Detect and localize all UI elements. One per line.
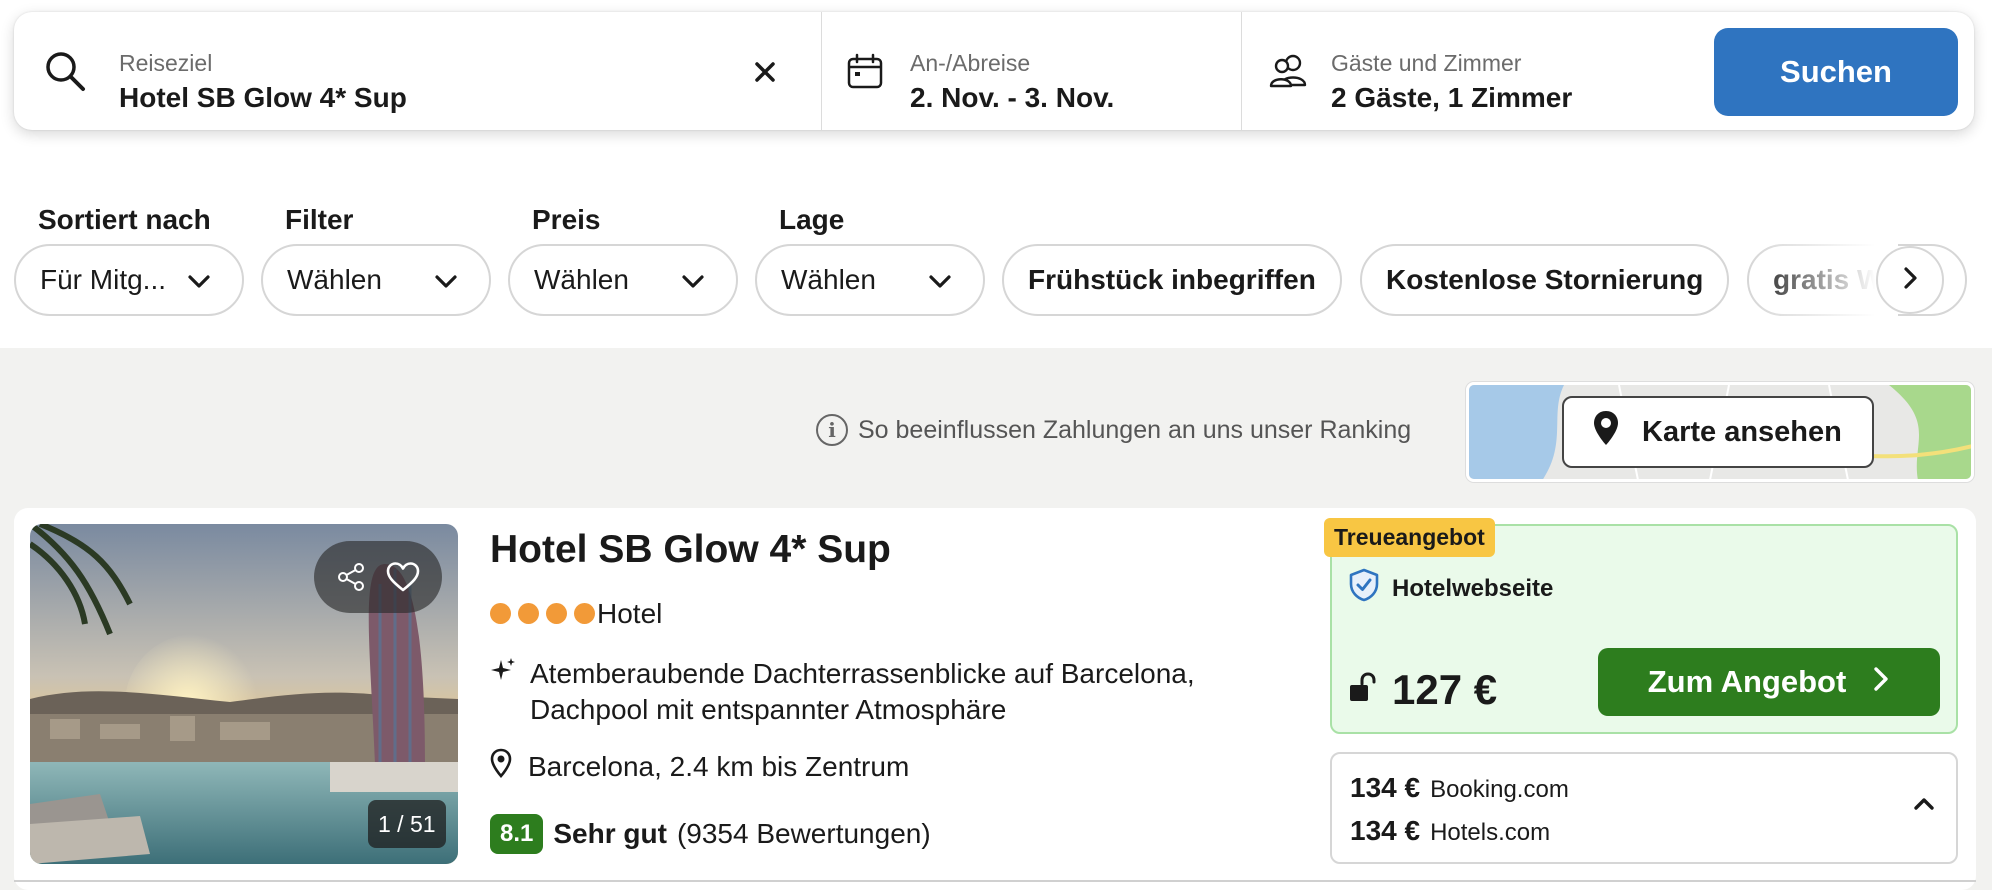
heart-icon[interactable]: [385, 561, 421, 593]
alt-price-source: Hotels.com: [1430, 819, 1551, 846]
filter-dropdown[interactable]: Wählen: [261, 244, 491, 316]
search-bar: Reiseziel Hotel SB Glow 4* Sup An-/Abrei…: [14, 12, 1974, 130]
alt-price-row[interactable]: 134 € Hotels.com: [1350, 815, 1550, 847]
sort-label: Sortiert nach: [38, 204, 211, 235]
price-value: 127 €: [1392, 666, 1498, 713]
destination-field[interactable]: Reiseziel Hotel SB Glow 4* Sup: [14, 12, 822, 130]
sort-value: Für Mitg...: [40, 264, 167, 295]
star-icon: [546, 603, 567, 624]
feature-text: Atemberaubende Dachterrassenblicke auf B…: [530, 658, 1195, 725]
hotel-location: Barcelona, 2.4 km bis Zentrum: [490, 748, 909, 785]
hotel-feature: Atemberaubende Dachterrassenblicke auf B…: [490, 656, 1290, 728]
provider-name: Hotelwebseite: [1392, 574, 1554, 602]
card-divider: [14, 880, 1976, 882]
price-dropdown[interactable]: Wählen: [508, 244, 738, 316]
search-icon: [42, 48, 88, 94]
filter-value: Wählen: [287, 264, 382, 295]
view-map-button[interactable]: Karte ansehen: [1562, 396, 1874, 468]
info-icon: i: [816, 414, 848, 446]
location-pin-icon: [490, 748, 512, 785]
loyalty-badge: Treueangebot: [1324, 518, 1495, 557]
review-count: (9354 Bewertungen): [676, 818, 931, 849]
rating-score: 8.1: [490, 814, 544, 854]
chip-breakfast[interactable]: Frühstück inbegriffen: [1002, 244, 1342, 316]
price-value: Wählen: [534, 264, 629, 295]
hotel-type: Hotel: [597, 598, 663, 629]
destination-value[interactable]: Hotel SB Glow 4* Sup: [119, 82, 407, 114]
chevron-down-icon: [927, 268, 953, 301]
view-deal-label: Zum Angebot: [1647, 664, 1847, 699]
chevron-down-icon: [186, 268, 212, 301]
calendar-icon: [842, 48, 888, 94]
star-icon: [518, 603, 539, 624]
location-dropdown[interactable]: Wählen: [755, 244, 985, 316]
chevron-right-icon: [1898, 266, 1922, 295]
star-icon: [490, 603, 511, 624]
offer-price: 127 €: [1348, 666, 1497, 714]
dates-label: An-/Abreise: [910, 50, 1031, 76]
alt-price-amount: 134 €: [1350, 815, 1421, 846]
dates-value[interactable]: 2. Nov. - 3. Nov.: [910, 82, 1114, 114]
rating-word: Sehr gut: [553, 818, 667, 849]
hotel-name[interactable]: Hotel SB Glow 4* Sup: [490, 528, 891, 572]
dates-field[interactable]: An-/Abreise 2. Nov. - 3. Nov.: [822, 12, 1242, 130]
location-label: Lage: [779, 204, 845, 235]
chevron-down-icon: [433, 268, 459, 301]
filter-label: Filter: [285, 204, 354, 235]
guests-label: Gäste und Zimmer: [1331, 50, 1522, 76]
clear-icon[interactable]: [749, 56, 781, 88]
alt-price-row[interactable]: 134 € Booking.com: [1350, 772, 1569, 804]
destination-label: Reiseziel: [119, 50, 213, 76]
chip-free-cancellation[interactable]: Kostenlose Stornierung: [1360, 244, 1730, 316]
hotel-rating[interactable]: 8.1 Sehr gut (9354 Bewertungen): [490, 814, 931, 854]
search-button[interactable]: Suchen: [1714, 28, 1958, 116]
map-pin-icon: [1592, 409, 1620, 455]
chevron-down-icon: [680, 268, 706, 301]
scroll-right-button[interactable]: [1876, 246, 1944, 314]
chevron-up-icon[interactable]: [1912, 794, 1936, 819]
ranking-info-link[interactable]: i So beeinflussen Zahlungen an uns unser…: [816, 414, 1411, 446]
location-text: Barcelona, 2.4 km bis Zentrum: [528, 750, 910, 782]
unlock-icon: [1348, 666, 1378, 714]
ranking-note-text: So beeinflussen Zahlungen an uns unser R…: [858, 415, 1412, 444]
star-icon: [574, 603, 595, 624]
guests-value[interactable]: 2 Gäste, 1 Zimmer: [1331, 82, 1572, 114]
guests-field[interactable]: Gäste und Zimmer 2 Gäste, 1 Zimmer: [1242, 12, 1702, 130]
view-deal-button[interactable]: Zum Angebot: [1598, 648, 1940, 716]
photo-actions: [314, 541, 442, 613]
guests-icon: [1266, 48, 1312, 94]
offer-provider: Hotelwebseite: [1348, 568, 1553, 609]
alt-price-amount: 134 €: [1350, 772, 1421, 803]
alt-price-source: Booking.com: [1430, 776, 1569, 803]
shield-check-icon: [1348, 568, 1380, 609]
sparkle-icon: [490, 656, 516, 728]
photo-counter: 1 / 51: [368, 800, 446, 848]
chevron-right-icon: [1872, 664, 1890, 700]
price-label: Preis: [532, 204, 601, 235]
alternative-prices[interactable]: 134 € Booking.com 134 € Hotels.com: [1330, 752, 1958, 864]
share-icon[interactable]: [336, 562, 366, 592]
view-map-label: Karte ansehen: [1642, 415, 1842, 448]
sort-dropdown[interactable]: Für Mitg...: [14, 244, 244, 316]
star-rating: [490, 603, 595, 624]
location-value: Wählen: [781, 264, 876, 295]
